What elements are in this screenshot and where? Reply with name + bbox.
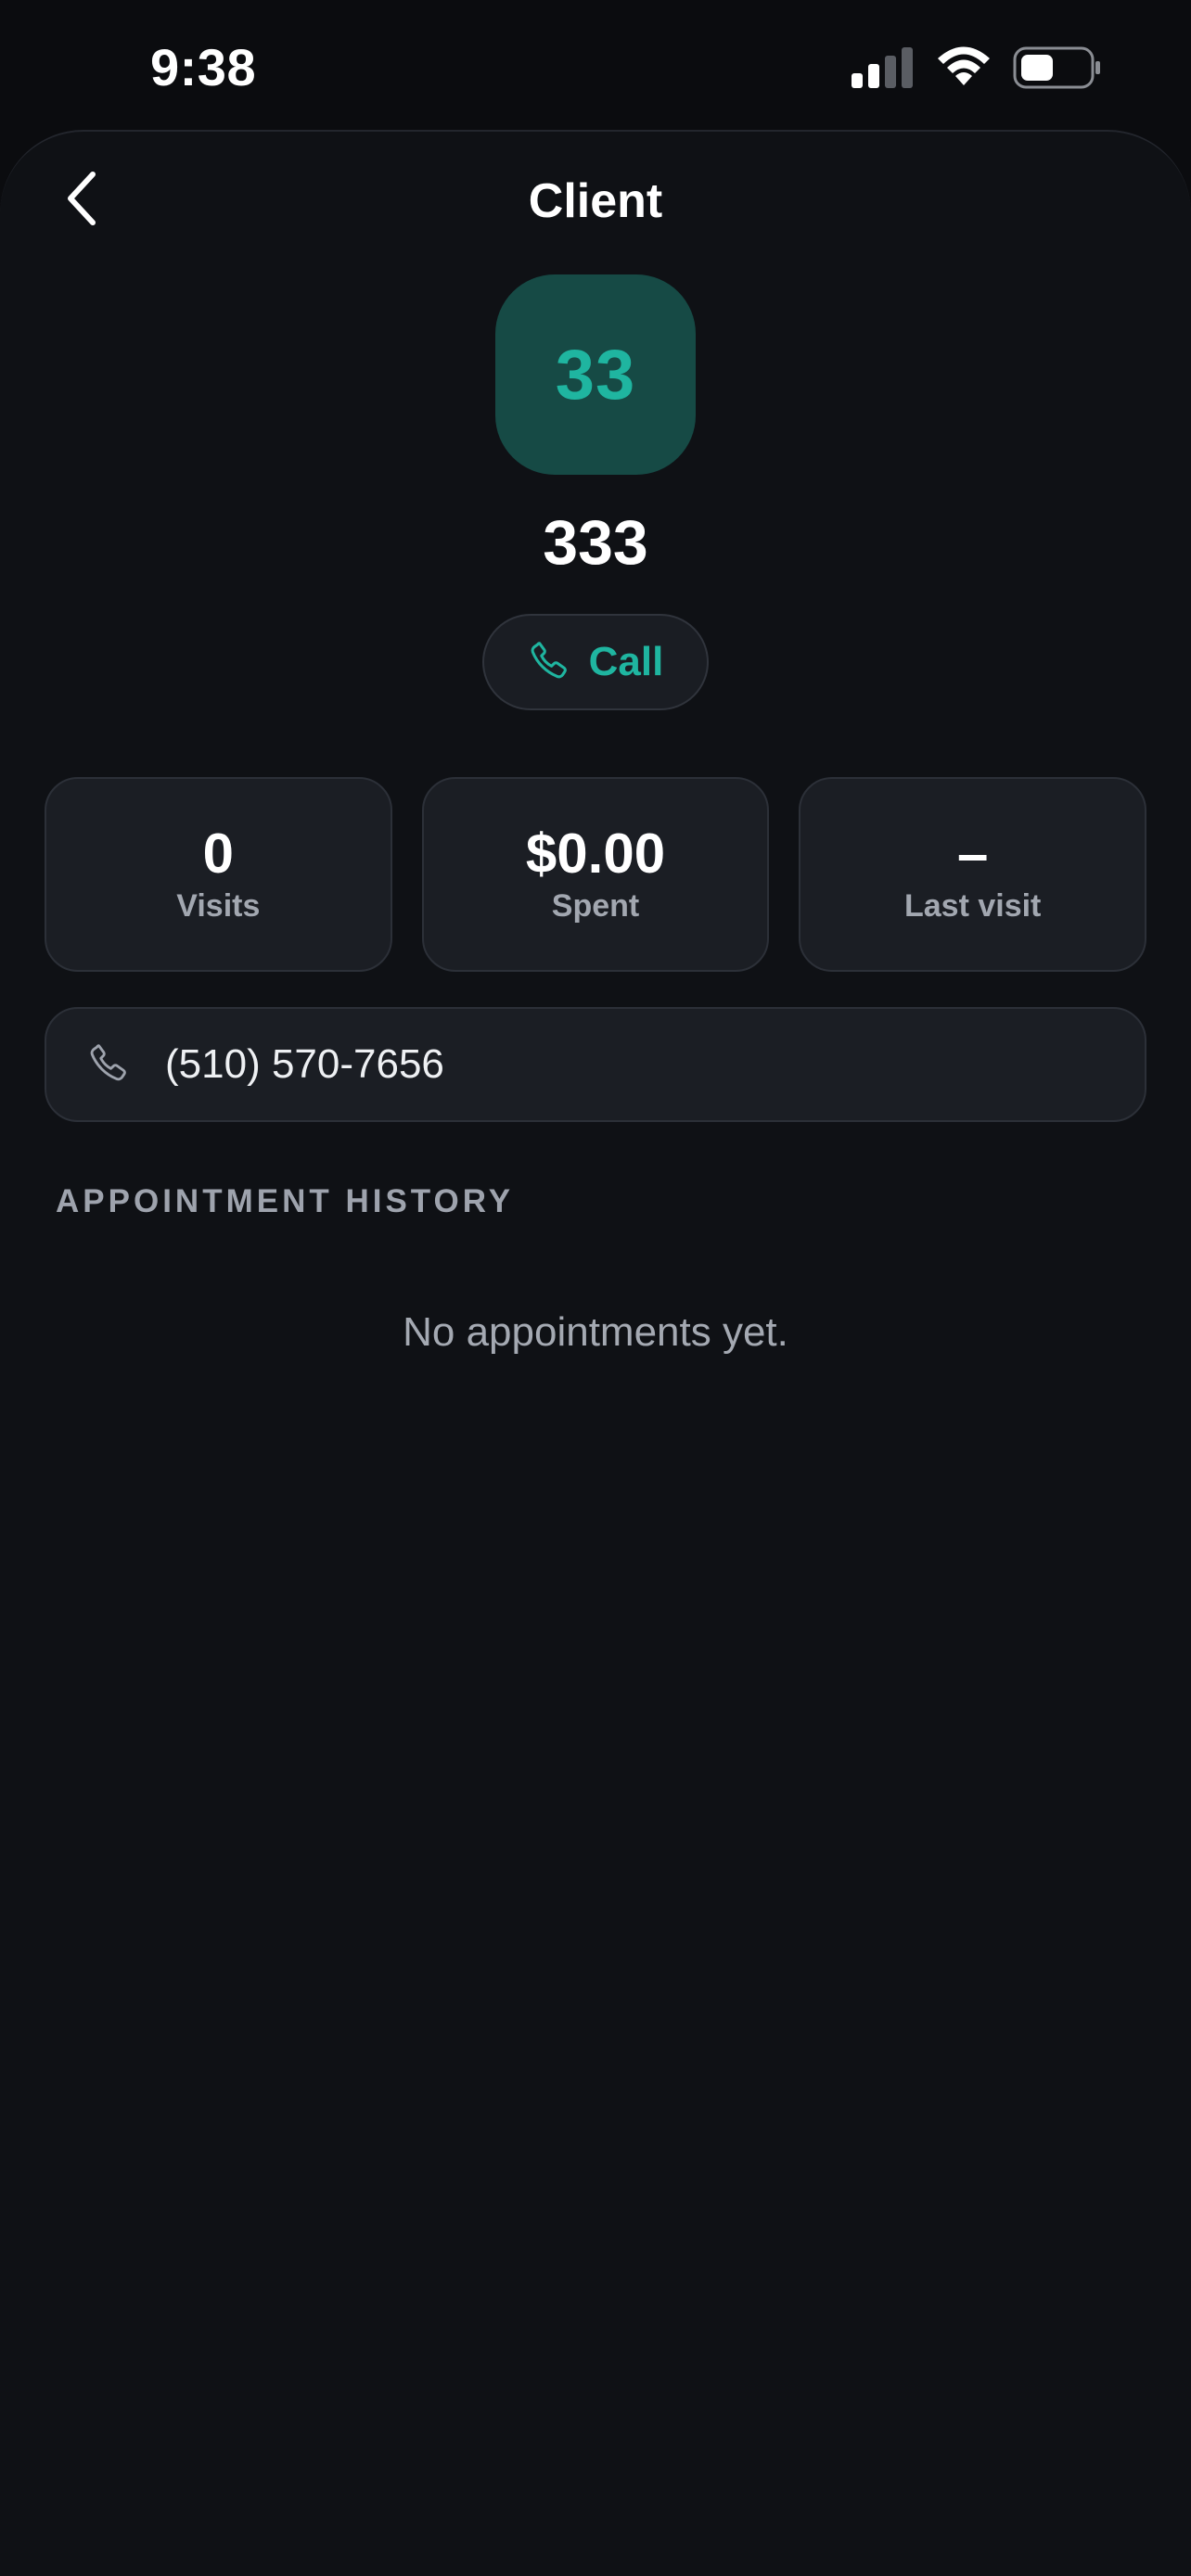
nav-bar: Client: [0, 132, 1191, 261]
call-button[interactable]: Call: [482, 614, 709, 710]
stats-row: 0 Visits $0.00 Spent – Last visit: [45, 777, 1147, 972]
stat-label: Visits: [176, 888, 261, 924]
client-name: 333: [543, 507, 648, 578]
status-icons: [852, 46, 1102, 89]
page-title: Client: [528, 174, 663, 228]
status-bar: 9:38: [0, 0, 1191, 130]
appointment-history-title: APPOINTMENT HISTORY: [56, 1183, 515, 1219]
phone-icon: [87, 1041, 130, 1089]
avatar-initials: 33: [555, 335, 636, 414]
stat-value: 0: [202, 823, 235, 885]
phone-row[interactable]: (510) 570-7656: [45, 1007, 1146, 1122]
client-sheet: Client 33 333 Call 0 Visits $0.00 Spent …: [0, 130, 1191, 2576]
battery-icon: [1013, 46, 1102, 89]
empty-state-text: No appointments yet.: [403, 1309, 788, 1355]
phone-icon: [528, 639, 570, 686]
stat-label: Last visit: [903, 888, 1042, 924]
call-label: Call: [588, 639, 664, 684]
wifi-icon: [935, 46, 992, 89]
phone-number: (510) 570-7656: [165, 1041, 444, 1087]
stat-value: $0.00: [525, 823, 666, 885]
avatar: 33: [495, 274, 696, 475]
stat-card-visits: 0 Visits: [45, 777, 392, 972]
stat-value: –: [956, 823, 989, 885]
cellular-signal-icon: [852, 47, 915, 88]
status-time: 9:38: [150, 38, 257, 96]
stat-card-last-visit: – Last visit: [799, 777, 1147, 972]
stat-label: Spent: [551, 888, 640, 924]
stat-card-spent: $0.00 Spent: [421, 777, 770, 972]
